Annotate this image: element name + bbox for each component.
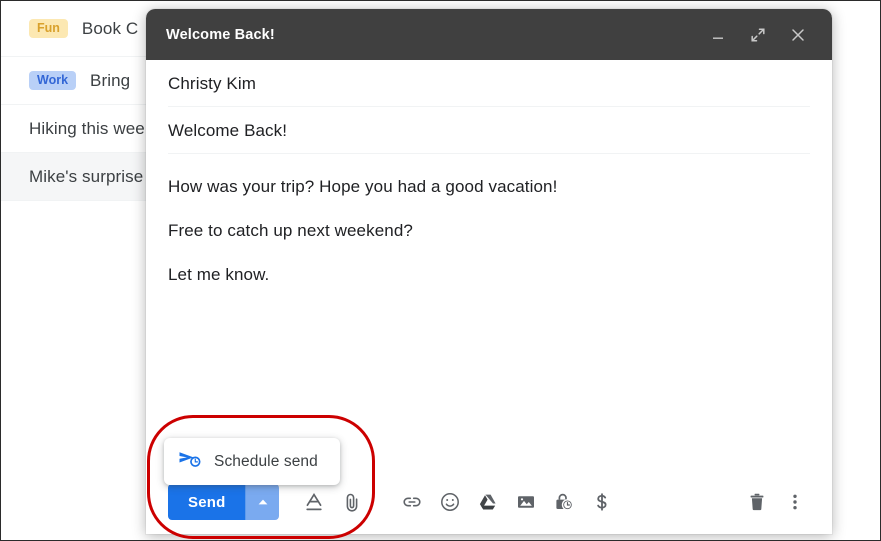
- send-button[interactable]: Send: [168, 484, 246, 520]
- screenshot-root: Fun Book C Work Bring Hiking this wee Mi…: [0, 0, 881, 541]
- confidential-mode-button[interactable]: [545, 483, 583, 521]
- compose-window-title: Welcome Back!: [166, 26, 275, 43]
- formatting-options-button[interactable]: [295, 483, 333, 521]
- label-chip-fun[interactable]: Fun: [29, 18, 68, 39]
- more-options-button[interactable]: [776, 483, 814, 521]
- minimize-button[interactable]: [698, 15, 738, 55]
- insert-money-button[interactable]: [583, 483, 621, 521]
- message-paragraph: Free to catch up next weekend?: [168, 220, 413, 240]
- insert-emoji-icon: [439, 491, 461, 513]
- insert-photo-button[interactable]: [507, 483, 545, 521]
- mail-subject: Bring: [90, 70, 131, 90]
- secondary-tools-group: [393, 483, 621, 521]
- message-paragraph: Let me know.: [168, 264, 270, 284]
- schedule-send-label: Schedule send: [214, 452, 318, 470]
- send-options-dropdown-button[interactable]: [245, 484, 280, 520]
- schedule-send-icon: [178, 449, 202, 474]
- compose-window: Welcome Back! Christy Kim Welcome Back! …: [146, 9, 832, 534]
- discard-draft-button[interactable]: [738, 483, 776, 521]
- subject-field[interactable]: Welcome Back!: [168, 107, 810, 154]
- close-icon: [789, 26, 807, 44]
- send-button-group: Send: [168, 484, 280, 520]
- attach-file-icon: [341, 491, 363, 513]
- insert-link-button[interactable]: [393, 483, 431, 521]
- expand-icon: [749, 26, 767, 44]
- primary-tools-group: [295, 483, 371, 521]
- recipient-field[interactable]: Christy Kim: [168, 60, 810, 107]
- insert-drive-icon: [477, 491, 499, 513]
- message-body[interactable]: How was your trip? Hope you had a good v…: [168, 154, 810, 470]
- formatting-options-icon: [303, 491, 325, 513]
- mail-subject: Book C: [81, 18, 139, 38]
- compose-footer-toolbar: Schedule send Send: [146, 438, 832, 534]
- caret-up-icon: [257, 493, 269, 511]
- mail-subject: Hiking this wee: [29, 118, 145, 138]
- insert-photo-icon: [515, 491, 537, 513]
- trash-icon: [746, 491, 768, 513]
- confidential-mode-icon: [553, 491, 575, 513]
- trailing-tools-group: [738, 483, 814, 521]
- expand-button[interactable]: [738, 15, 778, 55]
- minimize-icon: [710, 27, 726, 43]
- compose-window-header: Welcome Back!: [146, 9, 832, 60]
- schedule-send-popup[interactable]: Schedule send: [164, 438, 340, 485]
- insert-money-icon: [591, 491, 613, 513]
- insert-link-icon: [401, 491, 423, 513]
- insert-emoji-button[interactable]: [431, 483, 469, 521]
- label-chip-work[interactable]: Work: [29, 70, 77, 91]
- more-options-icon: [784, 491, 806, 513]
- close-button[interactable]: [778, 15, 818, 55]
- mail-subject: Mike's surprise: [29, 166, 144, 186]
- attach-file-button[interactable]: [333, 483, 371, 521]
- compose-body: Christy Kim Welcome Back! How was your t…: [146, 60, 832, 470]
- insert-drive-button[interactable]: [469, 483, 507, 521]
- message-paragraph: How was your trip? Hope you had a good v…: [168, 177, 558, 196]
